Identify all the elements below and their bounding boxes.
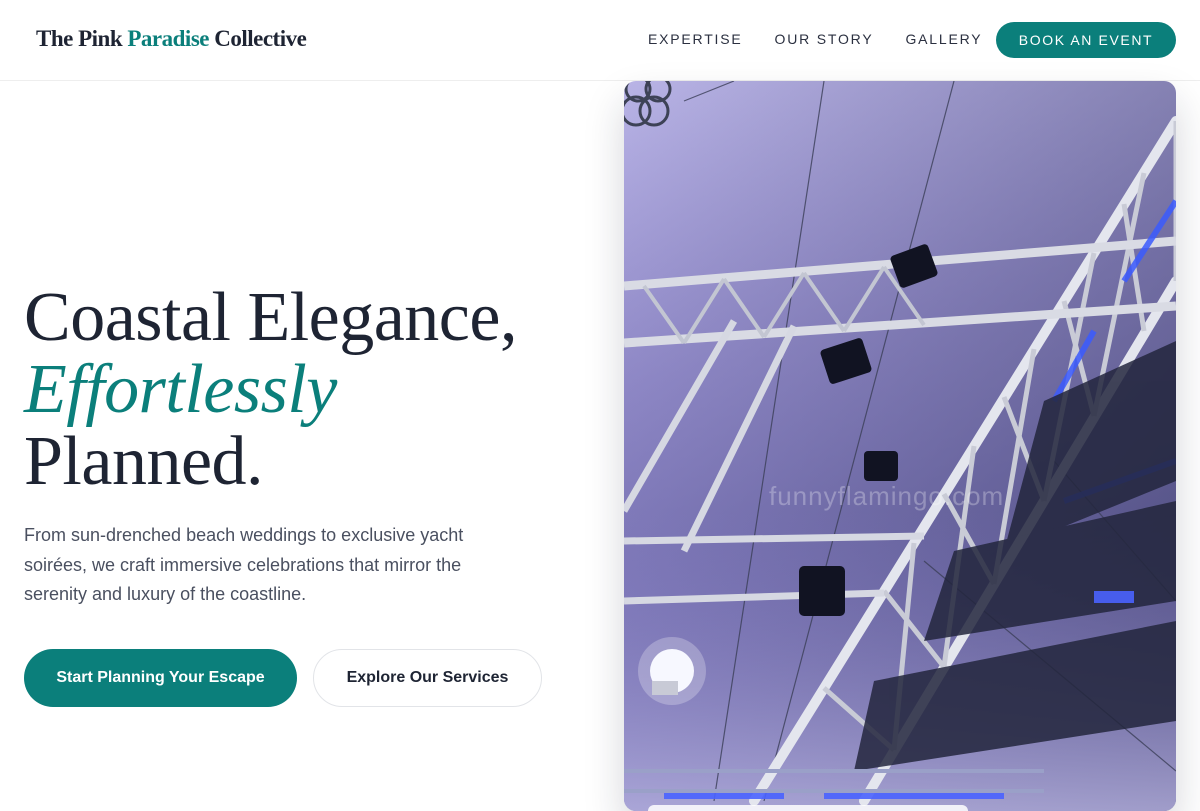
nav-link-gallery[interactable]: GALLERY	[905, 31, 982, 47]
hero-headline: Coastal Elegance, Effortlessly Planned.	[24, 282, 517, 498]
headline-line-1: Coastal Elegance,	[24, 279, 517, 356]
brand-text-start: The Pink	[36, 26, 128, 51]
nav-link-our-story[interactable]: OUR STORY	[775, 31, 874, 47]
photo-caption-card-edge	[648, 805, 968, 811]
stage-truss-illustration	[624, 81, 1176, 811]
main-nav: EXPERTISE OUR STORY GALLERY	[648, 31, 982, 47]
photo-watermark: funnyflamingo.com	[769, 481, 1005, 511]
site-header: The Pink Paradise Collective EXPERTISE O…	[0, 0, 1200, 81]
hero-photo-stage-rigging: funnyflamingo.com	[624, 81, 1176, 811]
start-planning-button[interactable]: Start Planning Your Escape	[24, 649, 297, 707]
headline-line-2-accent: Effortlessly	[24, 351, 337, 428]
headline-line-3: Planned.	[24, 423, 264, 500]
brand-text-accent: Paradise	[127, 26, 209, 51]
nav-link-expertise[interactable]: EXPERTISE	[648, 31, 743, 47]
hero-description: From sun-drenched beach weddings to excl…	[24, 525, 464, 604]
brand-text-end: Collective	[208, 26, 307, 51]
book-event-button[interactable]: BOOK AN EVENT	[996, 22, 1176, 58]
explore-services-button[interactable]: Explore Our Services	[313, 649, 542, 707]
brand-logo[interactable]: The Pink Paradise Collective	[36, 26, 307, 52]
